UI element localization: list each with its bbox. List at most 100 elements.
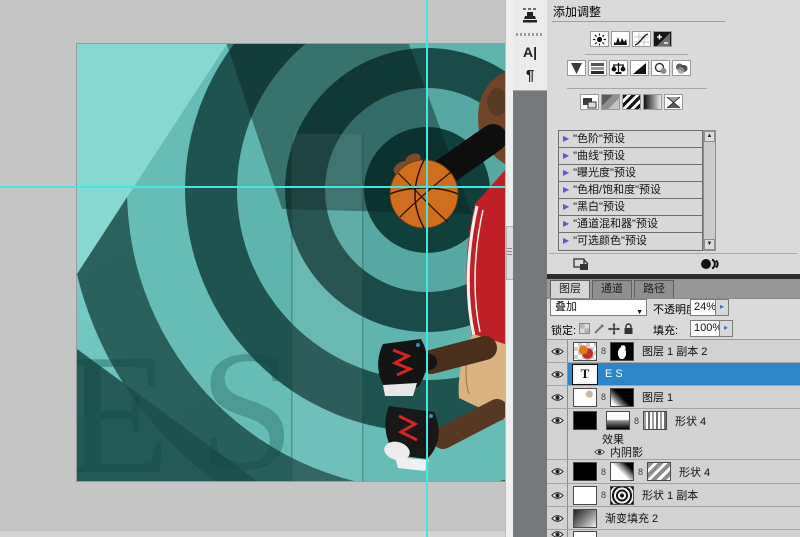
clone-source-panel-button[interactable] [517,4,543,28]
switch-panel-view-button[interactable] [573,257,593,272]
layer-mask-thumbnail[interactable] [610,342,634,361]
lock-transparency-icon[interactable] [579,323,591,335]
preset-channel-mixer[interactable]: ▶"通道混和器"预设 [559,216,702,233]
disclosure-triangle-icon[interactable]: ▶ [563,151,569,160]
effects-row[interactable]: 效果 [547,432,800,445]
vibrance-icon[interactable] [567,60,586,76]
visibility-toggle[interactable] [547,530,568,537]
paragraph-panel-button[interactable]: ¶ [517,63,543,87]
lock-position-icon[interactable] [608,323,620,335]
curves-icon[interactable] [632,31,651,47]
layer-thumbnail[interactable] [573,462,597,481]
lock-pixels-icon[interactable] [594,323,606,335]
black-white-icon[interactable] [630,60,649,76]
text-layer-thumbnail[interactable]: T [573,365,597,384]
layer-name[interactable]: E S [605,368,623,380]
layer-name[interactable]: 形状 1 副本 [642,487,698,503]
visibility-toggle[interactable] [547,484,568,506]
opacity-input[interactable]: 24% [690,299,716,316]
scroll-up-icon[interactable]: ▲ [704,131,715,142]
layer-thumbnail[interactable] [573,486,597,505]
tab-paths[interactable]: 路径 [634,280,674,298]
effect-name[interactable]: 内阴影 [610,444,643,460]
exposure-icon[interactable] [653,31,672,47]
blend-mode-select[interactable]: 叠加 ▼ [550,299,647,316]
disclosure-triangle-icon[interactable]: ▶ [563,185,569,194]
layer-name[interactable]: 渐变填充 2 [605,510,658,526]
visibility-toggle[interactable] [547,409,568,432]
layer-name[interactable]: 形状 4 [675,413,706,429]
preset-selective-color[interactable]: ▶"可选颜色"预设 [559,233,702,249]
divider [549,253,797,254]
levels-icon[interactable] [611,31,630,47]
vector-mask-thumbnail[interactable] [647,462,671,481]
disclosure-triangle-icon[interactable]: ▶ [563,202,569,211]
layer-thumbnail[interactable] [573,531,597,537]
opacity-slider-button[interactable]: ▸ [715,299,729,316]
gradient-fill-thumbnail[interactable] [573,509,597,528]
invert-icon[interactable] [580,94,599,110]
adjustment-icons-row-3 [580,94,683,110]
link-icon: 8 [600,467,607,477]
layer-row-partial[interactable] [547,530,800,537]
preset-hue-saturation[interactable]: ▶"色相/饱和度"预设 [559,182,702,199]
selective-color-icon[interactable] [664,94,683,110]
layer-mask-thumbnail[interactable] [610,462,634,481]
vector-mask-thumbnail[interactable] [643,411,667,430]
panel-dock-buttons: A| ¶ [513,0,548,91]
empty-eye-cell [547,445,568,459]
brightness-contrast-icon[interactable] [590,31,609,47]
fill-input[interactable]: 100% [690,320,720,337]
layer-thumbnail[interactable] [573,342,597,361]
layer-mask-thumbnail[interactable] [606,411,630,430]
presets-scrollbar[interactable]: ▲ ▼ [703,130,716,251]
canvas[interactable]: E S [77,44,505,481]
scroll-down-icon[interactable]: ▼ [704,239,715,250]
channel-mixer-icon[interactable] [672,60,691,76]
layer-row[interactable]: 8 形状 1 副本 [547,484,800,507]
visibility-toggle[interactable] [547,363,568,385]
layer-row[interactable]: 渐变填充 2 [547,507,800,530]
visibility-toggle[interactable] [547,460,568,483]
visibility-toggle[interactable] [547,340,568,362]
tab-channels[interactable]: 通道 [592,280,632,298]
visibility-toggle[interactable] [547,507,568,529]
disclosure-triangle-icon[interactable]: ▶ [563,236,569,245]
document-area: E S [0,0,505,537]
preset-exposure[interactable]: ▶"曝光度"预设 [559,165,702,182]
color-balance-icon[interactable] [609,60,628,76]
fx-eye-icon[interactable] [594,448,605,456]
clip-to-layer-button[interactable] [700,257,720,272]
layer-row[interactable]: 8 形状 4 [547,409,800,432]
disclosure-triangle-icon[interactable]: ▶ [563,219,569,228]
posterize-icon[interactable] [601,94,620,110]
disclosure-triangle-icon[interactable]: ▶ [563,168,569,177]
inner-shadow-row[interactable]: 内阴影 [547,445,800,460]
tab-layers[interactable]: 图层 [550,280,590,298]
layer-thumbnail[interactable] [573,411,597,430]
visibility-toggle[interactable] [547,386,568,408]
layer-name[interactable]: 图层 1 [642,389,673,405]
fill-slider-button[interactable]: ▸ [719,320,733,337]
disclosure-triangle-icon[interactable]: ▶ [563,134,569,143]
threshold-icon[interactable] [622,94,641,110]
layer-mask-thumbnail[interactable] [610,388,634,407]
preset-levels[interactable]: ▶"色阶"预设 [559,131,702,148]
photo-filter-icon[interactable] [651,60,670,76]
layer-thumbnail[interactable] [573,388,597,407]
eye-icon [551,530,564,537]
gradient-map-icon[interactable] [643,94,662,110]
vector-mask-thumbnail[interactable] [610,486,634,505]
preset-curves[interactable]: ▶"曲线"预设 [559,148,702,165]
layer-row[interactable]: 8 8 形状 4 [547,460,800,484]
hue-saturation-icon[interactable] [588,60,607,76]
layer-name[interactable]: 图层 1 副本 2 [642,343,707,359]
preset-black-white[interactable]: ▶"黑白"预设 [559,199,702,216]
scrollbar-grip[interactable] [507,248,512,256]
layer-row[interactable]: 8 图层 1 副本 2 [547,340,800,363]
character-panel-button[interactable]: A| [517,40,543,64]
layer-name[interactable]: 形状 4 [679,464,710,480]
layer-row-selected[interactable]: T E S [547,363,800,386]
layer-row[interactable]: 8 图层 1 [547,386,800,409]
lock-all-icon[interactable] [623,323,635,335]
